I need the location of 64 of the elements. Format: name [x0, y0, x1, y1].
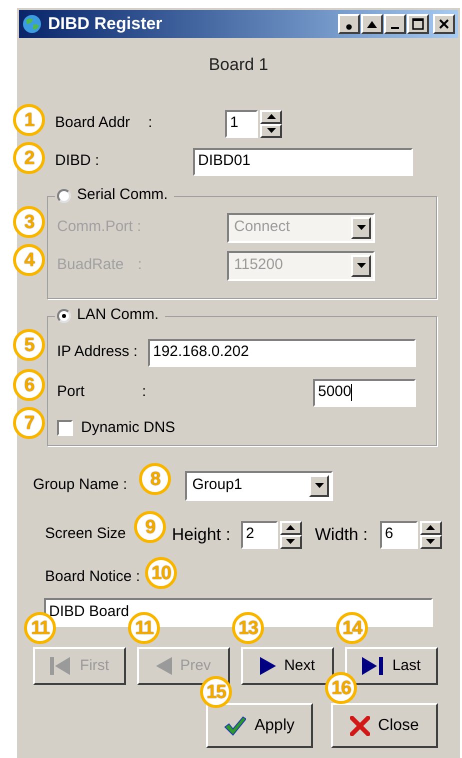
- field-label: DIBD :: [55, 151, 100, 172]
- spin-down-button[interactable]: [420, 534, 442, 548]
- dropdown-arrow-button[interactable]: [309, 474, 330, 496]
- spin-down-button[interactable]: [260, 124, 282, 138]
- field-label: Port: [57, 382, 86, 402]
- minimize-button[interactable]: [384, 14, 406, 34]
- x-icon: [350, 716, 370, 736]
- number-field[interactable]: 2: [240, 520, 278, 548]
- dropdown-arrow-button[interactable]: [351, 254, 371, 276]
- field-label: :: [148, 113, 152, 134]
- maximize-button[interactable]: [407, 14, 429, 34]
- globe-icon: [22, 14, 42, 34]
- dropdown[interactable]: Group1: [185, 470, 334, 500]
- up-arrow-icon: [426, 525, 436, 530]
- field-label: Group Name :: [33, 475, 128, 496]
- spin-down-button[interactable]: [280, 534, 302, 548]
- dot-icon: [346, 24, 352, 30]
- board-heading: Board 1: [208, 54, 270, 76]
- text-field[interactable]: 192.168.0.202: [148, 338, 416, 366]
- window-title: DIBD Register: [48, 13, 162, 36]
- up-arrow-icon: [266, 114, 276, 119]
- maximize-icon: [412, 18, 424, 30]
- action-button[interactable]: Apply: [206, 703, 313, 748]
- nav-button[interactable]: Next: [241, 647, 334, 685]
- down-arrow-icon: [286, 539, 296, 544]
- number-field[interactable]: 1: [225, 110, 258, 138]
- close-button[interactable]: [433, 14, 455, 34]
- down-arrow-icon: [426, 539, 436, 544]
- radio-label[interactable]: LAN Comm.: [77, 304, 159, 327]
- text-field[interactable]: DIBD01: [193, 148, 413, 176]
- down-arrow-icon: [356, 263, 366, 268]
- spin-up-button[interactable]: [280, 520, 302, 534]
- action-button[interactable]: Close: [331, 703, 438, 748]
- skip-back-icon: [50, 657, 72, 675]
- number-field[interactable]: 6: [380, 520, 418, 548]
- field-label: Board Addr: [55, 113, 130, 134]
- roll-up-button[interactable]: [361, 14, 383, 34]
- checkbox-label[interactable]: Dynamic DNS: [81, 416, 176, 439]
- close-icon: [438, 18, 450, 30]
- triangle-left-icon: [156, 657, 172, 675]
- radio-button[interactable]: [57, 188, 71, 202]
- radio-label[interactable]: Serial Comm.: [77, 184, 168, 207]
- triangle-right-icon: [260, 657, 276, 675]
- checkbox[interactable]: [57, 420, 73, 436]
- field-label: Screen Size: [45, 524, 126, 544]
- field-label: Board Notice :: [45, 566, 140, 586]
- down-arrow-icon: [266, 128, 276, 133]
- up-arrow-icon: [286, 525, 296, 530]
- checkmark-icon: [224, 716, 246, 736]
- field-label: :: [142, 382, 148, 402]
- spin-up-button[interactable]: [420, 520, 442, 534]
- text-field[interactable]: 5000: [313, 378, 416, 406]
- field-label: :: [138, 255, 142, 276]
- field-label: IP Address :: [57, 342, 139, 362]
- field-label: Width :: [314, 524, 369, 546]
- radio-button[interactable]: [57, 308, 71, 322]
- skip-forward-icon: [362, 657, 384, 675]
- field-label: Height :: [172, 524, 232, 546]
- dropdown-arrow-button[interactable]: [351, 216, 371, 238]
- spin-up-button[interactable]: [260, 110, 282, 124]
- down-arrow-icon: [314, 483, 324, 488]
- minimize-icon: [391, 27, 399, 29]
- down-arrow-icon: [356, 225, 366, 230]
- dot-icon-button[interactable]: [338, 14, 360, 34]
